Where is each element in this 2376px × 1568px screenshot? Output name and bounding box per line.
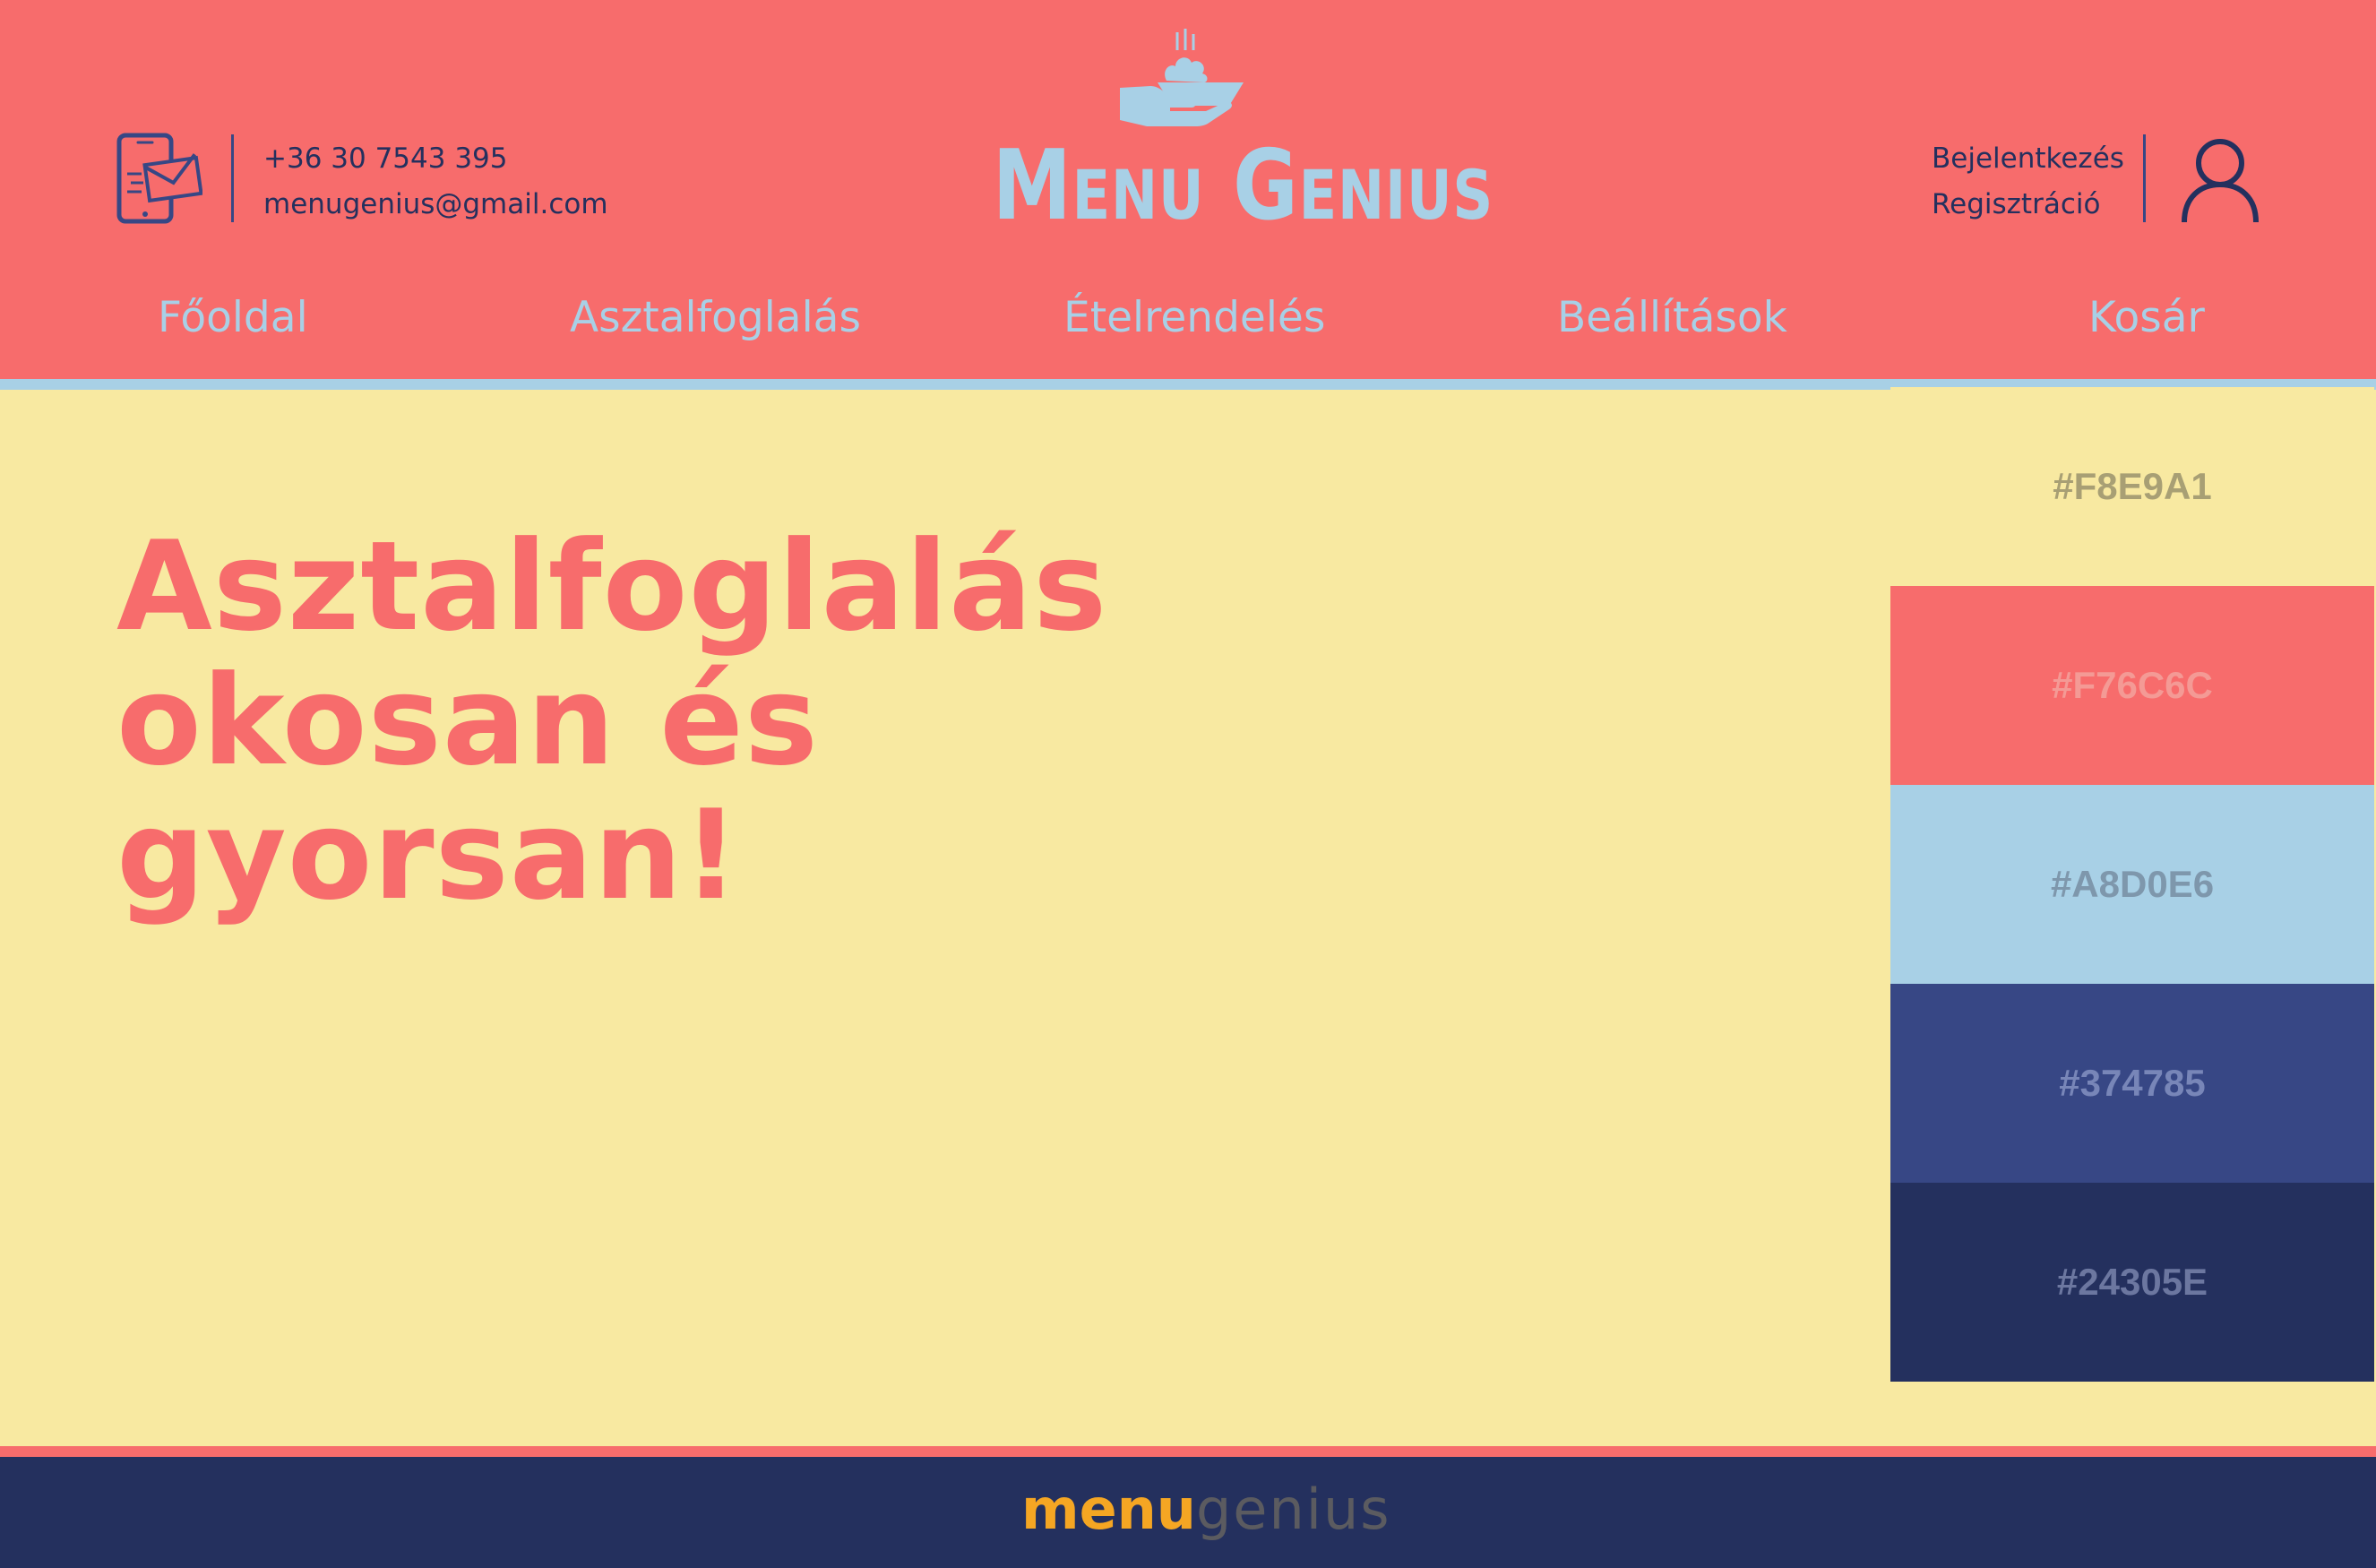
phone-mail-icon [116, 133, 202, 224]
footer-logo-genius: genius [1195, 1477, 1391, 1542]
color-palette: #F8E9A1 #F76C6C #A8D0E6 #374785 #24305E [1890, 387, 2374, 1386]
nav-item-food-order[interactable]: Ételrendelés [1063, 287, 1325, 349]
contact-info: +36 30 7543 395 menugenius@gmail.com [263, 136, 608, 228]
color-swatch: #F8E9A1 [1890, 387, 2374, 586]
nav-item-settings[interactable]: Beállítások [1557, 287, 1787, 349]
auth-divider [2143, 134, 2146, 222]
swatch-label: #374785 [2059, 1062, 2206, 1104]
main-nav: Főoldal Asztalfoglalás Ételrendelés Beál… [0, 287, 2376, 349]
footer-divider-stripe [0, 1446, 2376, 1457]
nav-item-table-booking[interactable]: Asztalfoglalás [570, 287, 861, 349]
login-link[interactable]: Bejelentkezés [1932, 136, 2124, 182]
swatch-label: #F76C6C [2052, 664, 2213, 706]
color-swatch: #F76C6C [1890, 586, 2374, 785]
contact-divider [231, 134, 234, 222]
register-link[interactable]: Regisztráció [1932, 182, 2124, 228]
contact-phone[interactable]: +36 30 7543 395 [263, 136, 608, 182]
brand-name[interactable]: Menu Genius [993, 136, 1494, 237]
hero-headline: Asztalfoglalás okosan és gyorsan! [116, 520, 1281, 923]
auth-links: Bejelentkezés Regisztráció [1932, 136, 2124, 228]
nav-item-home[interactable]: Főoldal [158, 287, 308, 349]
swatch-label: #A8D0E6 [2050, 863, 2215, 905]
user-icon[interactable] [2177, 133, 2263, 226]
serving-hand-icon [1120, 29, 1244, 126]
color-swatch: #374785 [1890, 984, 2374, 1183]
contact-email[interactable]: menugenius@gmail.com [263, 182, 608, 228]
swatch-label: #F8E9A1 [2053, 465, 2212, 507]
color-swatch: #A8D0E6 [1890, 785, 2374, 984]
footer-logo[interactable]: menugenius [1021, 1477, 1390, 1542]
hero-line: okosan és [116, 649, 819, 793]
hero-line: Asztalfoglalás [116, 514, 1108, 659]
nav-item-cart[interactable]: Kosár [2088, 287, 2205, 349]
footer-logo-menu: menu [1021, 1477, 1196, 1542]
swatch-label: #24305E [2056, 1261, 2208, 1303]
hero-line: gyorsan! [116, 783, 741, 927]
color-swatch: #24305E [1890, 1183, 2374, 1382]
